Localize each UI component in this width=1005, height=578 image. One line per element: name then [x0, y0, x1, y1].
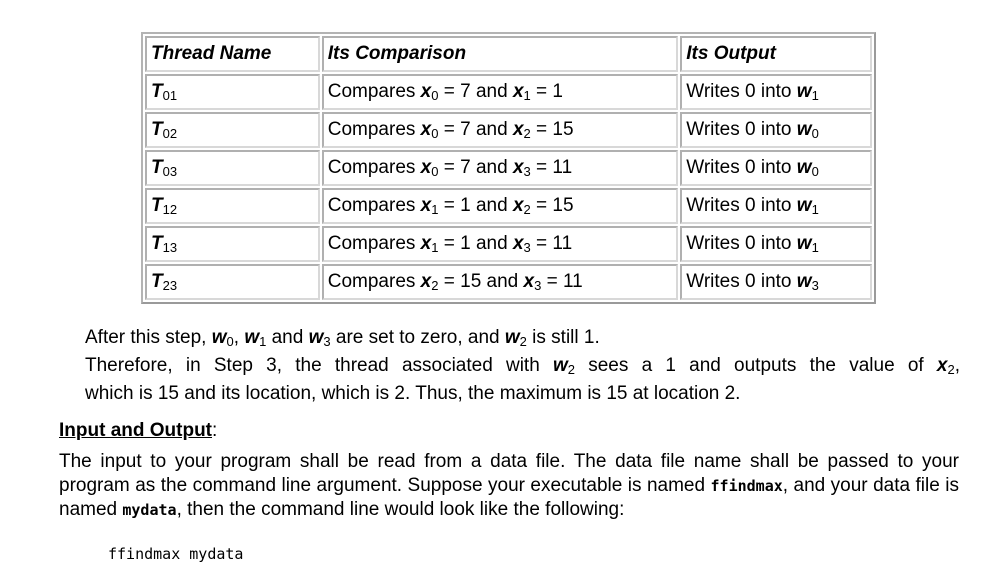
thread-cell: T02: [145, 112, 320, 148]
explanation-paragraph: After this step, w0, w1 and w3 are set t…: [85, 326, 960, 406]
command-line-example: ffindmax mydata: [108, 545, 244, 563]
table-header-row: Thread Name Its Comparison Its Output: [145, 36, 872, 72]
output-cell: Writes 0 into w0: [680, 150, 872, 186]
output-cell: Writes 0 into w1: [680, 226, 872, 262]
output-cell: Writes 0 into w0: [680, 112, 872, 148]
section-heading: Input and Output:: [59, 420, 218, 441]
comparison-cell: Compares x2 = 15 and x3 = 11: [321, 264, 679, 300]
header-comparison: Its Comparison: [321, 36, 679, 72]
thread-comparison-table: Thread Name Its Comparison Its Output T0…: [141, 32, 876, 304]
thread-cell: T03: [145, 150, 320, 186]
table-row: T01 Compares x0 = 7 and x1 = 1 Writes 0 …: [145, 74, 872, 110]
table-row: T23 Compares x2 = 15 and x3 = 11 Writes …: [145, 264, 872, 300]
comparison-cell: Compares x0 = 7 and x1 = 1: [321, 74, 679, 110]
explanation-line-2: Therefore, in Step 3, the thread associa…: [85, 355, 961, 377]
explanation-line-1: After this step, w0, w1 and w3 are set t…: [85, 327, 600, 349]
input-output-paragraph: The input to your program shall be read …: [59, 451, 959, 520]
comparison-cell: Compares x1 = 1 and x3 = 11: [321, 226, 679, 262]
thread-cell: T13: [145, 226, 320, 262]
output-cell: Writes 0 into w3: [680, 264, 872, 300]
executable-name: ffindmax: [710, 477, 783, 495]
output-cell: Writes 0 into w1: [680, 74, 872, 110]
explanation-line-3: which is 15 and its location, which is 2…: [85, 383, 741, 404]
table-row: T12 Compares x1 = 1 and x2 = 15 Writes 0…: [145, 188, 872, 224]
table-row: T13 Compares x1 = 1 and x3 = 11 Writes 0…: [145, 226, 872, 262]
header-thread-name: Thread Name: [145, 36, 320, 72]
comparison-cell: Compares x0 = 7 and x2 = 15: [321, 112, 679, 148]
table-row: T02 Compares x0 = 7 and x2 = 15 Writes 0…: [145, 112, 872, 148]
data-file-name: mydata: [122, 501, 177, 519]
thread-cell: T01: [145, 74, 320, 110]
comparison-cell: Compares x0 = 7 and x3 = 11: [321, 150, 679, 186]
table-row: T03 Compares x0 = 7 and x3 = 11 Writes 0…: [145, 150, 872, 186]
output-cell: Writes 0 into w1: [680, 188, 872, 224]
comparison-cell: Compares x1 = 1 and x2 = 15: [321, 188, 679, 224]
thread-cell: T23: [145, 264, 320, 300]
thread-cell: T12: [145, 188, 320, 224]
header-output: Its Output: [680, 36, 872, 72]
